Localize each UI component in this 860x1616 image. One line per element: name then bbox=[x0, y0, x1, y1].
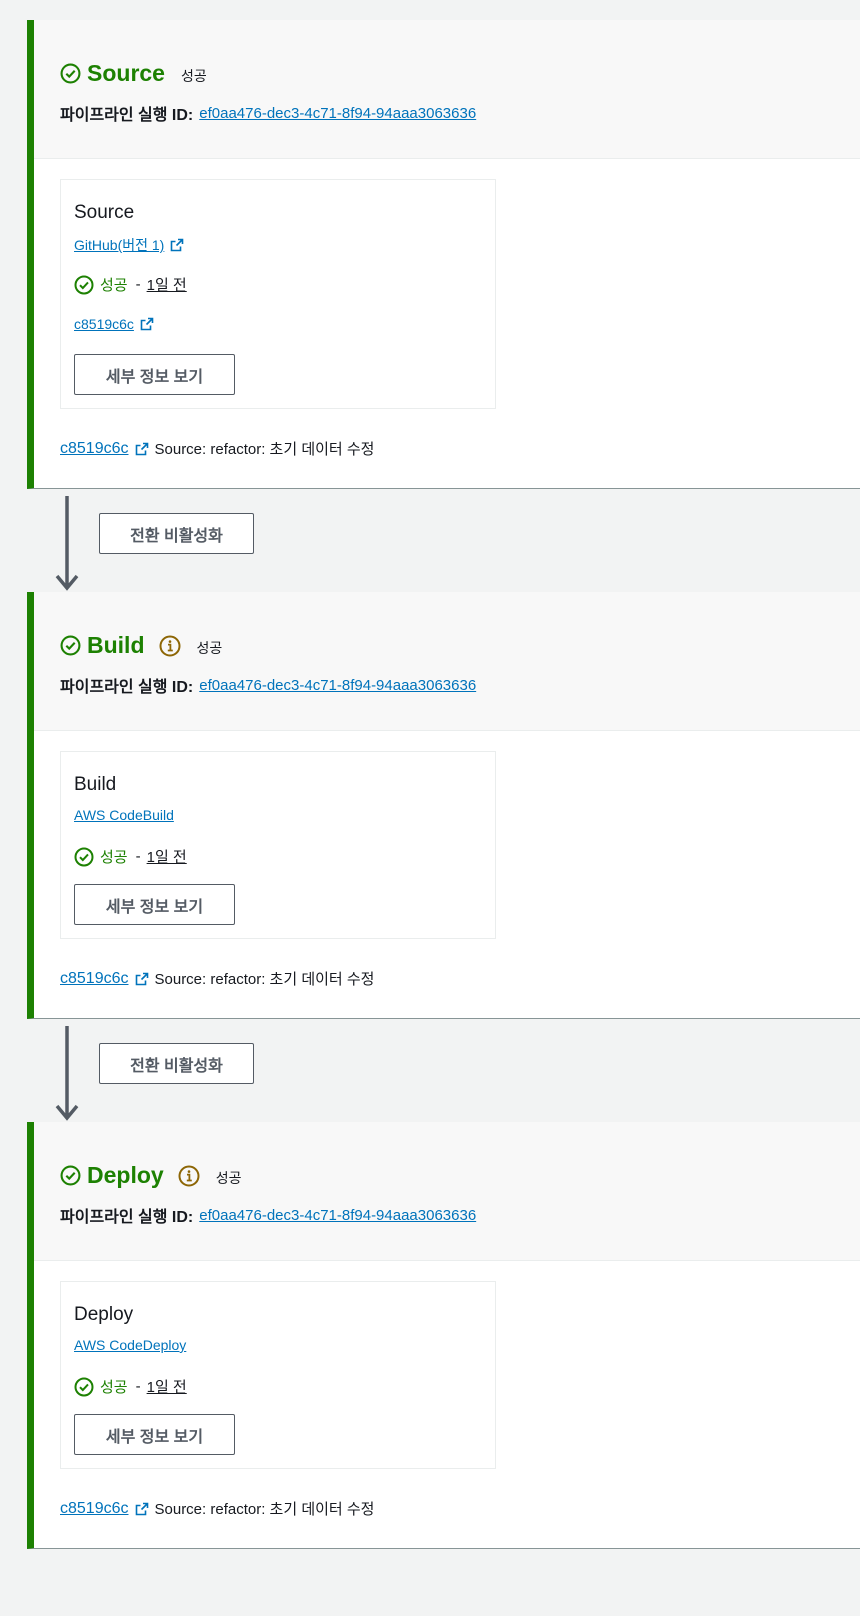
provider-link[interactable]: AWS CodeDeploy bbox=[74, 1337, 186, 1353]
status-success-icon bbox=[74, 847, 94, 866]
disable-transition-button[interactable]: 전환 비활성화 bbox=[99, 513, 254, 554]
external-link-icon[interactable] bbox=[135, 1502, 149, 1516]
status-success-icon bbox=[60, 63, 81, 84]
stage-status: 성공 bbox=[215, 1169, 242, 1186]
exec-id-link[interactable]: ef0aa476-dec3-4c71-8f94-94aaa3063636 bbox=[199, 677, 476, 694]
stage-header: Source 성공 파이프라인 실행 ID: ef0aa476-dec3-4c7… bbox=[34, 20, 860, 159]
stage-build: Build 성공 파이프라인 실행 ID: ef0aa476-dec3-4c71… bbox=[27, 592, 860, 1019]
status-separator: - bbox=[135, 848, 141, 865]
external-link-icon[interactable] bbox=[135, 442, 149, 456]
arrow-down-icon bbox=[55, 496, 79, 591]
external-link-icon[interactable] bbox=[135, 972, 149, 986]
stage-name: Build bbox=[87, 632, 145, 658]
info-icon[interactable] bbox=[159, 635, 181, 657]
footer-commit-link[interactable]: c8519c6c bbox=[60, 970, 129, 988]
view-details-button[interactable]: 세부 정보 보기 bbox=[74, 884, 235, 925]
view-details-button[interactable]: 세부 정보 보기 bbox=[74, 354, 235, 395]
action-card-source: Source GitHub(버전 1) 성공 - 1일 전 c8519c6c 세… bbox=[60, 179, 496, 409]
action-name: Source bbox=[74, 202, 135, 223]
action-card-build: Build AWS CodeBuild 성공 - 1일 전 세부 정보 보기 bbox=[60, 751, 496, 939]
commit-link[interactable]: c8519c6c bbox=[74, 316, 134, 332]
exec-id-label: 파이프라인 실행 ID: bbox=[60, 1209, 194, 1226]
external-link-icon[interactable] bbox=[140, 317, 154, 331]
external-link-icon[interactable] bbox=[170, 238, 184, 252]
provider-link[interactable]: AWS CodeBuild bbox=[74, 807, 174, 823]
action-time[interactable]: 1일 전 bbox=[147, 846, 187, 867]
stage-name: Source bbox=[87, 60, 165, 86]
transition-build-deploy: 전환 비활성화 bbox=[0, 1026, 860, 1130]
status-separator: - bbox=[135, 1378, 141, 1395]
action-status: 성공 bbox=[100, 1379, 128, 1396]
action-name: Deploy bbox=[74, 1304, 134, 1325]
action-time[interactable]: 1일 전 bbox=[147, 1376, 187, 1397]
info-icon[interactable] bbox=[178, 1165, 200, 1187]
footer-commit-link[interactable]: c8519c6c bbox=[60, 440, 129, 458]
exec-id-link[interactable]: ef0aa476-dec3-4c71-8f94-94aaa3063636 bbox=[199, 105, 476, 122]
commit-message: Source: refactor: 초기 데이터 수정 bbox=[154, 1501, 375, 1518]
action-name: Build bbox=[74, 774, 117, 795]
status-success-icon bbox=[74, 1377, 94, 1396]
provider-link[interactable]: GitHub(버전 1) bbox=[74, 235, 164, 255]
exec-id-label: 파이프라인 실행 ID: bbox=[60, 107, 194, 124]
transition-source-build: 전환 비활성화 bbox=[0, 496, 860, 600]
arrow-down-icon bbox=[55, 1026, 79, 1121]
stage-name: Deploy bbox=[87, 1162, 164, 1188]
stage-status: 성공 bbox=[180, 67, 207, 84]
footer-commit-link[interactable]: c8519c6c bbox=[60, 1500, 129, 1518]
action-status: 성공 bbox=[100, 277, 128, 294]
view-details-button[interactable]: 세부 정보 보기 bbox=[74, 1414, 235, 1455]
action-card-deploy: Deploy AWS CodeDeploy 성공 - 1일 전 세부 정보 보기 bbox=[60, 1281, 496, 1469]
commit-message: Source: refactor: 초기 데이터 수정 bbox=[154, 971, 375, 988]
disable-transition-button[interactable]: 전환 비활성화 bbox=[99, 1043, 254, 1084]
action-status: 성공 bbox=[100, 849, 128, 866]
stage-deploy: Deploy 성공 파이프라인 실행 ID: ef0aa476-dec3-4c7… bbox=[27, 1122, 860, 1549]
action-time[interactable]: 1일 전 bbox=[147, 274, 187, 295]
exec-id-label: 파이프라인 실행 ID: bbox=[60, 679, 194, 696]
status-success-icon bbox=[74, 275, 94, 294]
stage-status: 성공 bbox=[196, 639, 223, 656]
status-success-icon bbox=[60, 1165, 81, 1186]
stage-source: Source 성공 파이프라인 실행 ID: ef0aa476-dec3-4c7… bbox=[27, 20, 860, 489]
status-success-icon bbox=[60, 635, 81, 656]
exec-id-link[interactable]: ef0aa476-dec3-4c71-8f94-94aaa3063636 bbox=[199, 1207, 476, 1224]
commit-message: Source: refactor: 초기 데이터 수정 bbox=[154, 441, 375, 458]
stage-header: Deploy 성공 파이프라인 실행 ID: ef0aa476-dec3-4c7… bbox=[34, 1122, 860, 1261]
status-separator: - bbox=[135, 276, 141, 293]
stage-header: Build 성공 파이프라인 실행 ID: ef0aa476-dec3-4c71… bbox=[34, 592, 860, 731]
